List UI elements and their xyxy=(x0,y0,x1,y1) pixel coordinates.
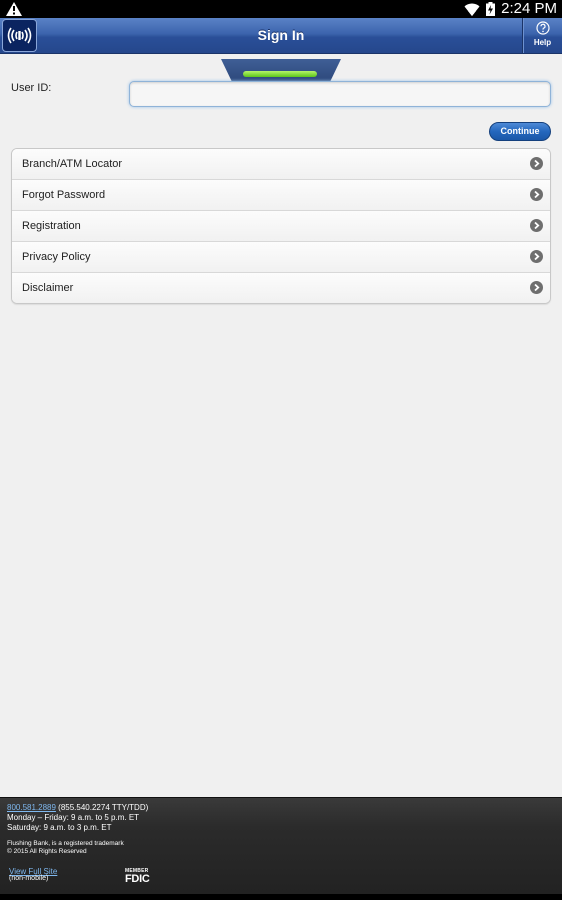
menu-item-label: Forgot Password xyxy=(22,189,106,201)
help-label: Help xyxy=(533,38,552,47)
drawer-grip-bar xyxy=(243,71,317,77)
menu-item-forgot-password[interactable]: Forgot Password xyxy=(12,179,550,210)
footer-contact-line: 800.581.2889 (855.540.2274 TTY/TDD) xyxy=(7,803,148,813)
user-id-input[interactable] xyxy=(129,81,551,107)
footer: 800.581.2889 (855.540.2274 TTY/TDD) Mond… xyxy=(0,797,562,895)
tty-number: (855.540.2274 TTY/TDD) xyxy=(55,803,149,812)
chevron-right-icon xyxy=(530,250,543,263)
app-header: Sign In Help xyxy=(0,18,562,54)
chevron-right-icon xyxy=(530,157,543,170)
warning-icon xyxy=(6,2,22,16)
chevron-right-icon xyxy=(530,281,543,294)
phone-link[interactable]: 800.581.2889 xyxy=(7,803,56,812)
full-site-sublabel: (non-mobile) xyxy=(9,875,49,882)
help-button[interactable]: Help xyxy=(522,18,562,53)
user-id-label: User ID: xyxy=(11,82,52,94)
chevron-right-icon xyxy=(530,188,543,201)
chevron-right-icon xyxy=(530,219,543,232)
options-menu: Branch/ATM Locator Forgot Password Regis… xyxy=(11,148,551,304)
continue-button[interactable]: Continue xyxy=(489,122,551,141)
page-title: Sign In xyxy=(257,27,305,43)
menu-item-disclaimer[interactable]: Disclaimer xyxy=(12,272,550,303)
menu-item-label: Registration xyxy=(22,220,81,232)
menu-item-label: Branch/ATM Locator xyxy=(22,158,123,170)
app-screen: 2:24 PM Sign In Help User ID: Continue B… xyxy=(0,0,562,900)
status-bar: 2:24 PM xyxy=(0,0,562,18)
bottom-edge xyxy=(0,894,562,900)
battery-charging-icon xyxy=(486,2,496,16)
trademark-notice: Flushing Bank, is a registered trademark xyxy=(7,840,124,847)
hours-weekday: Monday – Friday: 9 a.m. to 5 p.m. ET xyxy=(7,813,140,822)
menu-item-privacy-policy[interactable]: Privacy Policy xyxy=(12,241,550,272)
status-time: 2:24 PM xyxy=(501,0,557,17)
menu-item-label: Privacy Policy xyxy=(22,251,91,263)
wifi-icon xyxy=(464,3,480,16)
menu-item-registration[interactable]: Registration xyxy=(12,210,550,241)
menu-item-branch-atm-locator[interactable]: Branch/ATM Locator xyxy=(12,149,550,179)
fdic-name: FDIC xyxy=(125,873,150,885)
fdic-logo: MEMBER FDIC xyxy=(125,868,157,886)
menu-item-label: Disclaimer xyxy=(22,282,74,294)
copyright-notice: © 2015 All Rights Reserved xyxy=(7,848,87,855)
question-circle-icon xyxy=(535,21,550,35)
status-icons: 2:24 PM xyxy=(464,0,557,18)
hours-saturday: Saturday: 9 a.m. to 3 p.m. ET xyxy=(7,823,112,832)
